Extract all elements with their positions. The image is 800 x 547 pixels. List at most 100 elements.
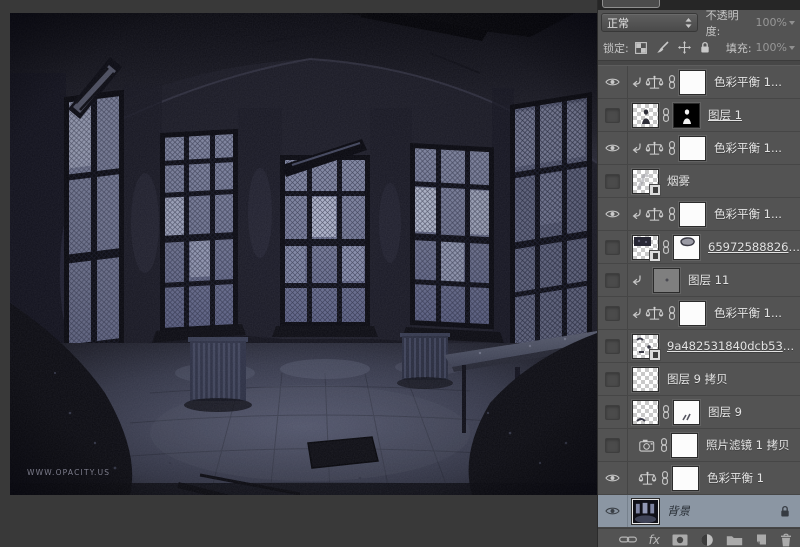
layer-thumbnail[interactable] bbox=[632, 235, 659, 260]
layer-row-color-balance-top[interactable]: 色彩平衡 1... bbox=[598, 66, 800, 99]
layer-visibility-toggle[interactable] bbox=[598, 363, 628, 395]
layer-lock-badge bbox=[780, 505, 790, 518]
layer-name[interactable]: 9a482531840dcb535990... bbox=[667, 339, 800, 353]
layer-visibility-toggle[interactable] bbox=[598, 297, 628, 329]
layer-visibility-toggle[interactable] bbox=[598, 462, 628, 494]
layer-row-color-balance-2[interactable]: 色彩平衡 1... bbox=[598, 132, 800, 165]
link-layers-button[interactable] bbox=[619, 535, 637, 544]
layer-row-layer-1[interactable]: 图层 1 bbox=[598, 99, 800, 132]
layer-visibility-toggle[interactable] bbox=[598, 231, 628, 263]
layer-thumbnail[interactable] bbox=[632, 334, 659, 359]
layer-row-color-balance-3[interactable]: 色彩平衡 1... bbox=[598, 198, 800, 231]
layer-name[interactable]: 色彩平衡 1 bbox=[707, 470, 764, 486]
layer-row-background[interactable]: 背景 bbox=[598, 495, 800, 528]
mask-link-icon[interactable] bbox=[668, 207, 676, 221]
layer-row-photo-filter-copy[interactable]: 照片滤镜 1 拷贝 bbox=[598, 429, 800, 462]
layer-visibility-toggle[interactable] bbox=[598, 198, 628, 230]
layer-name[interactable]: 背景 bbox=[667, 503, 690, 519]
new-layer-button[interactable] bbox=[755, 533, 768, 546]
layer-mask-thumbnail[interactable] bbox=[673, 400, 700, 425]
mask-link-icon[interactable] bbox=[662, 108, 670, 122]
layer-mask-thumbnail[interactable] bbox=[679, 70, 706, 95]
opacity-label: 不透明度: bbox=[706, 7, 752, 39]
layer-name[interactable]: 照片滤镜 1 拷贝 bbox=[706, 437, 790, 453]
color-balance-icon[interactable] bbox=[645, 141, 664, 156]
add-layer-mask-button[interactable] bbox=[672, 534, 688, 546]
mask-link-icon[interactable] bbox=[661, 471, 669, 485]
hidden-eye-box bbox=[605, 108, 620, 123]
fill-caret-icon[interactable] bbox=[789, 46, 795, 50]
layer-name[interactable]: 图层 11 bbox=[688, 272, 729, 288]
clipping-mask-arrow-icon bbox=[632, 143, 642, 153]
layer-name[interactable]: 图层 9 拷贝 bbox=[667, 371, 728, 387]
photo-filter-icon[interactable] bbox=[639, 439, 656, 452]
layer-thumbnail[interactable] bbox=[632, 367, 659, 392]
opacity-value[interactable]: 100% bbox=[756, 16, 787, 29]
mask-link-icon[interactable] bbox=[668, 75, 676, 89]
blend-mode-dropdown[interactable]: 正常 bbox=[601, 13, 698, 32]
lock-row: 锁定: 填充: 100% bbox=[598, 35, 800, 60]
mask-link-icon[interactable] bbox=[662, 405, 670, 419]
layer-thumbnail[interactable] bbox=[632, 499, 659, 524]
layer-name[interactable]: 色彩平衡 1... bbox=[714, 74, 782, 90]
layer-thumbnail[interactable] bbox=[653, 268, 680, 293]
layer-thumbnail[interactable] bbox=[632, 103, 659, 128]
fill-value[interactable]: 100% bbox=[756, 41, 787, 54]
layer-name[interactable]: 图层 1 bbox=[708, 107, 742, 123]
blend-mode-row: 正常 不透明度: 100% bbox=[598, 10, 800, 35]
layer-visibility-toggle[interactable] bbox=[598, 132, 628, 164]
layer-style-button[interactable]: fx bbox=[649, 534, 660, 546]
color-balance-icon[interactable] bbox=[638, 471, 657, 486]
layer-thumbnail[interactable] bbox=[632, 400, 659, 425]
layer-mask-thumbnail[interactable] bbox=[673, 103, 700, 128]
layer-row-9a4825[interactable]: 9a482531840dcb535990... bbox=[598, 330, 800, 363]
corner-marks bbox=[633, 401, 660, 426]
delete-layer-button[interactable] bbox=[780, 533, 792, 547]
layer-row-layer-11[interactable]: 图层 11 bbox=[598, 264, 800, 297]
lock-transparency-icon[interactable] bbox=[635, 42, 647, 54]
opacity-caret-icon[interactable] bbox=[789, 21, 795, 25]
layer-name[interactable]: 烟雾 bbox=[667, 173, 690, 189]
color-balance-icon[interactable] bbox=[645, 306, 664, 321]
mask-link-icon[interactable] bbox=[668, 141, 676, 155]
color-balance-icon[interactable] bbox=[645, 207, 664, 222]
lock-paint-brush-icon[interactable] bbox=[656, 41, 669, 54]
layer-row-smoke[interactable]: 烟雾 bbox=[598, 165, 800, 198]
new-group-button[interactable] bbox=[726, 534, 743, 546]
layer-mask-thumbnail[interactable] bbox=[679, 136, 706, 161]
layer-row-layer-9[interactable]: 图层 9 bbox=[598, 396, 800, 429]
mask-link-icon[interactable] bbox=[660, 438, 668, 452]
layer-visibility-toggle[interactable] bbox=[598, 66, 628, 98]
layer-visibility-toggle[interactable] bbox=[598, 396, 628, 428]
layer-mask-thumbnail[interactable] bbox=[672, 466, 699, 491]
mask-link-icon[interactable] bbox=[662, 240, 670, 254]
layer-name[interactable]: 图层 9 bbox=[708, 404, 742, 420]
new-adjustment-layer-button[interactable] bbox=[700, 533, 714, 547]
layer-name[interactable]: 色彩平衡 1... bbox=[714, 206, 782, 222]
layer-name[interactable]: 659725888265... bbox=[708, 240, 800, 254]
document-image[interactable]: WWW.OPACITY.US bbox=[10, 13, 597, 495]
layer-name[interactable]: 色彩平衡 1... bbox=[714, 305, 782, 321]
blend-mode-value: 正常 bbox=[607, 15, 629, 31]
lock-position-move-icon[interactable] bbox=[678, 41, 691, 54]
layer-row-layer-9-copy[interactable]: 图层 9 拷贝 bbox=[598, 363, 800, 396]
mask-link-icon[interactable] bbox=[668, 306, 676, 320]
layer-thumbnail[interactable] bbox=[632, 169, 659, 194]
layer-visibility-toggle[interactable] bbox=[598, 495, 628, 527]
layer-mask-thumbnail[interactable] bbox=[679, 202, 706, 227]
lock-all-icon[interactable] bbox=[700, 41, 710, 54]
layer-visibility-toggle[interactable] bbox=[598, 264, 628, 296]
layer-visibility-toggle[interactable] bbox=[598, 330, 628, 362]
layer-visibility-toggle[interactable] bbox=[598, 429, 628, 461]
layer-mask-thumbnail[interactable] bbox=[673, 235, 700, 260]
layer-row-color-balance-1[interactable]: 色彩平衡 1 bbox=[598, 462, 800, 495]
layer-mask-thumbnail[interactable] bbox=[679, 301, 706, 326]
layer-visibility-toggle[interactable] bbox=[598, 165, 628, 197]
layer-row-659725888265[interactable]: 659725888265... bbox=[598, 231, 800, 264]
layer-name[interactable]: 色彩平衡 1... bbox=[714, 140, 782, 156]
layer-row-color-balance-4[interactable]: 色彩平衡 1... bbox=[598, 297, 800, 330]
gray-dot bbox=[654, 269, 681, 294]
layer-mask-thumbnail[interactable] bbox=[671, 433, 698, 458]
color-balance-icon[interactable] bbox=[645, 75, 664, 90]
layer-visibility-toggle[interactable] bbox=[598, 99, 628, 131]
